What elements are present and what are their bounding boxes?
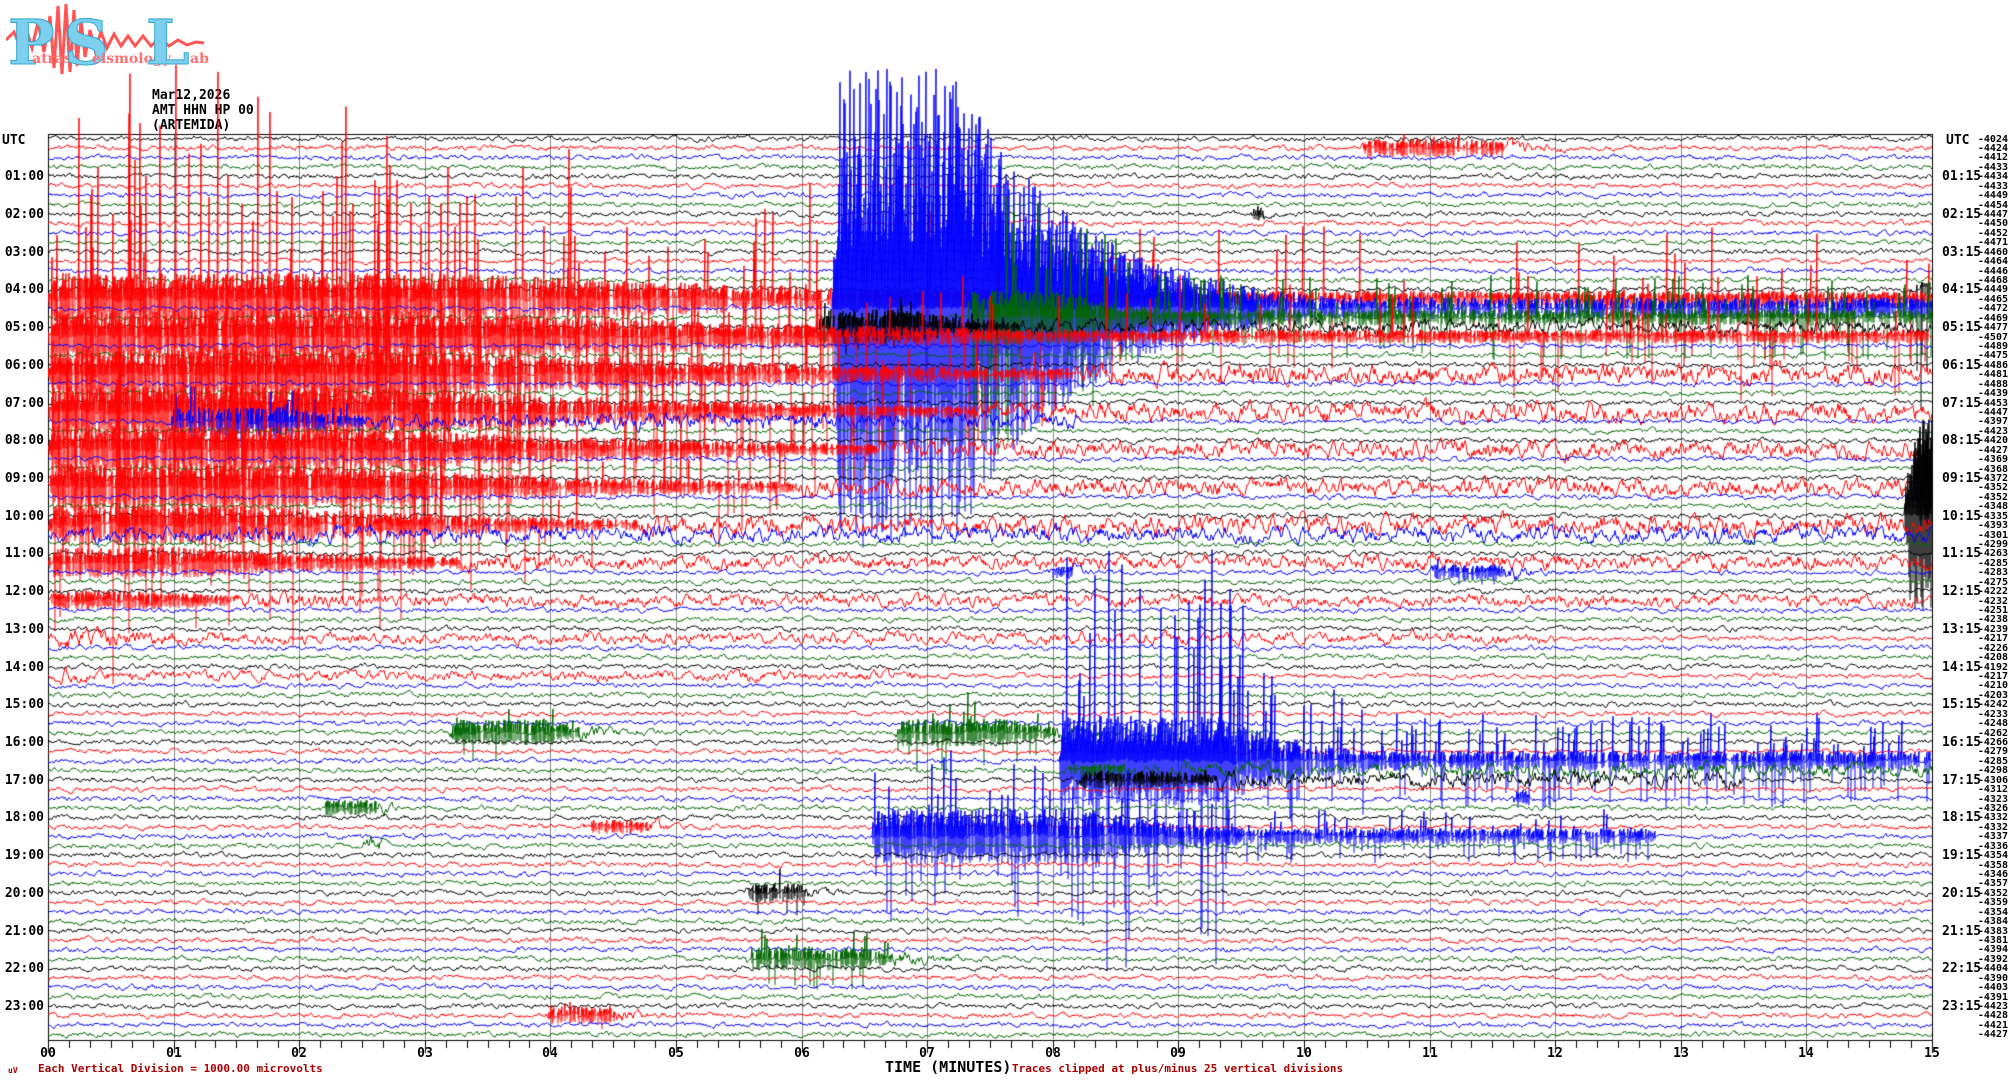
left-hour-label: 01:00 xyxy=(0,169,44,184)
axis-minute-label: 06 xyxy=(785,1046,819,1061)
axis-minute-label: 14 xyxy=(1789,1046,1823,1061)
right-count-value: -4427 xyxy=(1956,1029,2008,1040)
left-hour-label: 15:00 xyxy=(0,697,44,712)
axis-minute-label: 05 xyxy=(659,1046,693,1061)
left-hour-label: 10:00 xyxy=(0,509,44,524)
axis-minute-label: 10 xyxy=(1287,1046,1321,1061)
axis-minute-label: 03 xyxy=(408,1046,442,1061)
helicorder-app: P atras S eismology L ab Mar12,2026 AMT … xyxy=(0,0,2010,1080)
axis-minute-label: 15 xyxy=(1915,1046,1949,1061)
axis-minute-label: 11 xyxy=(1413,1046,1447,1061)
left-hour-label: 21:00 xyxy=(0,924,44,939)
left-hour-label: 16:00 xyxy=(0,735,44,750)
axis-minute-label: 02 xyxy=(282,1046,316,1061)
left-hour-label: 17:00 xyxy=(0,773,44,788)
left-hour-label: 05:00 xyxy=(0,320,44,335)
left-hour-label: 18:00 xyxy=(0,810,44,825)
vertical-division-caption: Each Vertical Division = 1000.00 microvo… xyxy=(38,1062,323,1075)
time-axis-title: TIME (MINUTES) xyxy=(885,1058,1011,1076)
left-hour-label: 03:00 xyxy=(0,245,44,260)
axis-minute-label: 13 xyxy=(1664,1046,1698,1061)
axis-minute-label: 00 xyxy=(31,1046,65,1061)
left-hour-label: 07:00 xyxy=(0,396,44,411)
left-hour-label: 23:00 xyxy=(0,999,44,1014)
left-hour-label: 14:00 xyxy=(0,660,44,675)
axis-minute-label: 09 xyxy=(1161,1046,1195,1061)
helicorder-plot xyxy=(0,0,2010,1080)
axis-minute-label: 12 xyxy=(1538,1046,1572,1061)
left-hour-label: 02:00 xyxy=(0,207,44,222)
left-hour-label: 08:00 xyxy=(0,433,44,448)
axis-minute-label: 01 xyxy=(157,1046,191,1061)
left-hour-label: 13:00 xyxy=(0,622,44,637)
left-hour-label: 04:00 xyxy=(0,282,44,297)
left-hour-label: 09:00 xyxy=(0,471,44,486)
left-hour-label: 22:00 xyxy=(0,961,44,976)
microvolt-unit-label: uV xyxy=(8,1066,18,1075)
left-hour-label: 20:00 xyxy=(0,886,44,901)
left-hour-label: 11:00 xyxy=(0,546,44,561)
clip-note-caption: Traces clipped at plus/minus 25 vertical… xyxy=(1012,1062,1343,1075)
left-hour-label: 06:00 xyxy=(0,358,44,373)
left-hour-label: 12:00 xyxy=(0,584,44,599)
left-hour-label: 19:00 xyxy=(0,848,44,863)
axis-minute-label: 04 xyxy=(533,1046,567,1061)
axis-minute-label: 08 xyxy=(1036,1046,1070,1061)
